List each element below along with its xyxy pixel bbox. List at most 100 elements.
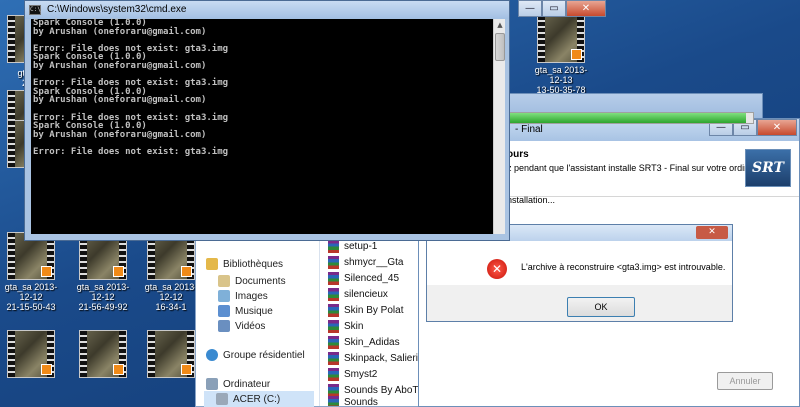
archive-icon [328, 319, 339, 333]
dialog-body: ✕ L'archive à reconstruire <gta3.img> es… [427, 241, 732, 285]
nav-item-documents[interactable]: Documents [218, 273, 286, 289]
console-output: Spark Console (1.0.0) by Arushan (onefor… [33, 18, 229, 157]
images-icon [218, 290, 230, 302]
nav-item-label: Documents [235, 275, 286, 287]
maximize-button[interactable]: ▭ [542, 0, 566, 17]
file-name: silencieux [344, 288, 388, 300]
desktop-video-icon[interactable]: gta_sa 2013-12-13 13-50-35-78 [530, 15, 592, 95]
video-thumbnail [537, 15, 585, 63]
file-item[interactable]: Skin By Polat [328, 302, 403, 318]
play-badge-icon [181, 364, 192, 375]
vertical-scrollbar[interactable]: ▲ [493, 19, 505, 234]
file-name: setup-1 [344, 240, 378, 252]
installer-title: - Final [515, 124, 543, 135]
nav-item-drive-c[interactable]: ACER (C:) [204, 391, 314, 407]
installer-heading: ours [507, 149, 529, 160]
homegroup-icon [206, 349, 218, 361]
close-button[interactable]: ✕ [757, 119, 797, 136]
cmd-window: C:\ C:\Windows\system32\cmd.exe Spark Co… [24, 0, 510, 241]
scrollbar-thumb[interactable] [495, 33, 505, 61]
archive-icon [328, 287, 339, 301]
archive-icon [328, 271, 339, 285]
desktop-icon-label: gta_sa 2013-12-12 16-34-1 [144, 282, 198, 312]
file-name: Skin By Polat [344, 304, 404, 316]
archive-icon [328, 335, 339, 349]
desktop-video-icon[interactable]: gta_sa 2013-12-12 16-34-1 [140, 232, 202, 312]
console-icon: C:\ [29, 5, 41, 15]
file-item[interactable]: Sounds [328, 394, 378, 406]
file-name: Skin [344, 320, 364, 332]
scroll-up-arrow-icon[interactable]: ▲ [495, 20, 505, 30]
library-icon [206, 258, 218, 270]
explorer-window: Bibliothèques Documents Images Musique V… [195, 235, 435, 407]
play-badge-icon [41, 364, 52, 375]
desktop-video-icon[interactable]: gta_sa 2013-12-12 21-56-49-92 [72, 232, 134, 312]
file-name: shmycr__Gta [344, 256, 404, 268]
minimize-button[interactable]: — [518, 0, 542, 17]
nav-item-label: Bibliothèques [223, 258, 284, 270]
video-thumbnail [147, 330, 195, 378]
file-item[interactable]: Smyst2 [328, 366, 377, 382]
play-badge-icon [41, 266, 52, 277]
video-thumbnail [79, 330, 127, 378]
nav-item-music[interactable]: Musique [218, 303, 273, 319]
archive-icon [328, 367, 339, 381]
file-item[interactable]: shmycr__Gta [328, 254, 403, 270]
installer-subtitle: z pendant que l'assistant installe SRT3 … [507, 163, 772, 173]
console-output-area[interactable]: Spark Console (1.0.0) by Arushan (onefor… [31, 19, 493, 234]
nav-item-computer[interactable]: Ordinateur [206, 376, 270, 392]
nav-item-videos[interactable]: Vidéos [218, 318, 265, 334]
archive-icon [328, 239, 339, 253]
srt-logo: SRT [745, 149, 791, 187]
archive-icon [328, 351, 339, 365]
nav-item-label: Groupe résidentiel [223, 349, 305, 361]
file-item[interactable]: Silenced_45 [328, 270, 399, 286]
desktop-video-icon[interactable]: gta_sa 2013-12-12 21-15-50-43 [0, 232, 62, 312]
logo-text: SRT [752, 160, 784, 176]
file-name: Silenced_45 [344, 272, 400, 284]
close-button[interactable]: ✕ [566, 0, 606, 17]
nav-item-label: ACER (C:) [233, 393, 281, 405]
cmd-title: C:\Windows\system32\cmd.exe [47, 4, 187, 15]
play-badge-icon [571, 49, 582, 60]
play-badge-icon [113, 266, 124, 277]
cmd-window-controls: — ▭ ✕ [518, 0, 606, 17]
nav-item-images[interactable]: Images [218, 288, 268, 304]
nav-item-label: Ordinateur [223, 378, 271, 390]
file-name: Sounds [344, 396, 378, 407]
video-thumbnail [7, 330, 55, 378]
nav-item-label: Images [235, 290, 268, 302]
installer-status: installation... [505, 195, 556, 205]
desktop-video-icon[interactable] [72, 330, 134, 378]
ok-button[interactable]: OK [567, 297, 635, 317]
desktop-icon-label: gta_sa 2013-12-12 21-56-49-92 [76, 282, 130, 312]
archive-icon [328, 303, 339, 317]
file-name: Skin_Adidas [344, 336, 400, 348]
desktop-icon-label: gta_sa 2013-12-13 13-50-35-78 [534, 65, 588, 95]
desktop-video-icon[interactable] [0, 330, 62, 378]
nav-item-label: Musique [235, 305, 273, 317]
nav-item-homegroup[interactable]: Groupe résidentiel [206, 347, 305, 363]
nav-item-libraries[interactable]: Bibliothèques [206, 256, 283, 272]
archive-icon [328, 395, 339, 406]
navigation-pane: Bibliothèques Documents Images Musique V… [196, 236, 320, 407]
file-name: Smyst2 [344, 368, 378, 380]
file-item[interactable]: Skin [328, 318, 363, 334]
file-item[interactable]: silencieux [328, 286, 388, 302]
error-icon: ✕ [487, 259, 507, 279]
error-message: L'archive à reconstruire <gta3.img> est … [521, 262, 726, 272]
documents-icon [218, 275, 230, 287]
file-item[interactable]: Skin_Adidas [328, 334, 400, 350]
desktop-icon-label: gta_sa 2013-12-12 21-15-50-43 [4, 282, 58, 312]
play-badge-icon [181, 266, 192, 277]
cmd-titlebar[interactable]: C:\ C:\Windows\system32\cmd.exe [25, 1, 509, 19]
videos-icon [218, 320, 230, 332]
play-badge-icon [113, 364, 124, 375]
desktop-video-icon[interactable] [140, 330, 202, 378]
cancel-button[interactable]: Annuler [717, 372, 773, 390]
nav-item-label: Vidéos [235, 320, 266, 332]
music-icon [218, 305, 230, 317]
computer-icon [206, 378, 218, 390]
dialog-close-button[interactable]: ✕ [696, 226, 728, 239]
drive-icon [216, 393, 228, 405]
